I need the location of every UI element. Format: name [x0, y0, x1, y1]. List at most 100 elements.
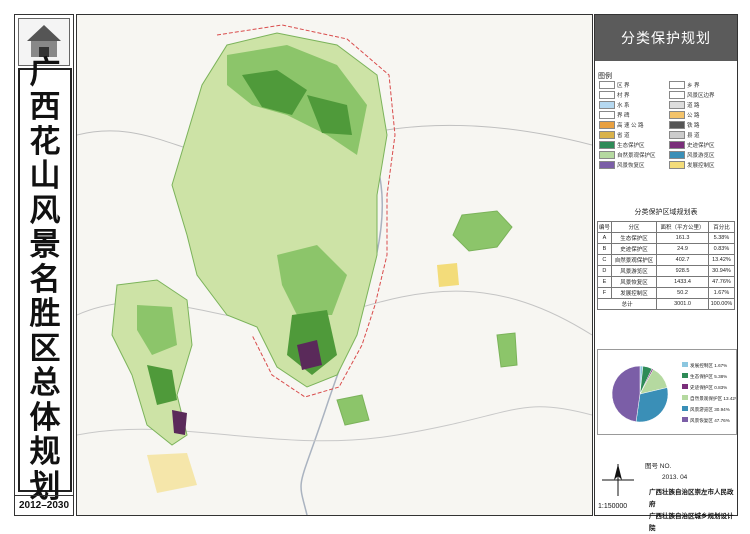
pie-label: 风景游览区 30.94% [690, 406, 730, 413]
panel-title: 分类保护规划 [595, 15, 737, 61]
legend-swatch [669, 141, 685, 149]
table-title: 分类保护区域规划表 [634, 209, 698, 216]
legend-swatch [669, 81, 685, 89]
legend-swatch [599, 141, 615, 149]
title-char: 胜 [29, 296, 61, 333]
table-total-cell: 100.00% [707, 298, 736, 310]
table-cell: 30.94% [707, 265, 736, 277]
org-line-1: 广西壮族自治区崇左市人民政府 [649, 488, 734, 508]
legend-item: 公 路 [687, 113, 700, 119]
pie-legend-swatch [682, 417, 688, 422]
pie-label: 生态保护区 5.38% [690, 373, 727, 380]
legend-swatch [669, 91, 685, 99]
table-row: D 风景游览区 928.5 30.94% [597, 265, 736, 277]
table-header: 面积（平方公里） [656, 221, 709, 233]
legend-item: 铁 路 [687, 123, 700, 129]
table-cell: 928.5 [656, 265, 709, 277]
pie-label: 史迹保护区 0.83% [690, 384, 727, 391]
title-char: 总 [29, 365, 61, 402]
plan-years: 2012–2030 [14, 495, 74, 515]
legend-item: 水 系 [617, 103, 630, 109]
legend-swatch [599, 91, 615, 99]
table-cell: 生态保护区 [610, 232, 658, 244]
table-header: 百分比 [707, 221, 736, 233]
table-cell: 风景恢复区 [610, 276, 658, 288]
legend-swatch [669, 161, 685, 169]
table-cell: 1.67% [707, 287, 736, 299]
table-row: F 发展控制区 50.2 1.67% [597, 287, 736, 299]
title-char: 山 [29, 158, 61, 195]
legend-swatch [599, 111, 615, 119]
table-cell: 史迹保护区 [610, 243, 658, 255]
organization: 广西壮族自治区崇左市人民政府 广西壮族自治区城乡规划设计院 [649, 486, 735, 534]
table-header: 分区 [610, 221, 658, 233]
date: 2013. 04 [662, 474, 688, 481]
title-char: 体 [29, 399, 61, 436]
title-char: 广 [29, 54, 61, 91]
table-total-cell: 3001.0 [656, 298, 709, 310]
title-char: 名 [29, 261, 61, 298]
pie-legend-swatch [682, 395, 688, 400]
table-row: E 风景恢复区 1433.4 47.76% [597, 276, 736, 288]
legend-item: 区 界 [617, 83, 630, 89]
legend-item: 界 碑 [617, 113, 630, 119]
table-cell: C [597, 254, 612, 266]
table-cell: 24.9 [656, 243, 709, 255]
legend-item: 省 道 [617, 133, 630, 139]
table-cell: 1433.4 [656, 276, 709, 288]
legend-swatch [669, 111, 685, 119]
title-char: 风 [29, 192, 61, 229]
legend-swatch [599, 81, 615, 89]
area-table: 编号 分区 面积（平方公里） 百分比 A 生态保护区 161.3 5.38% B 史迹保护区 24… [596, 221, 736, 310]
table-cell: 0.83% [707, 243, 736, 255]
legend-item: 高 速 公 路 [617, 123, 644, 129]
table-cell: F [597, 287, 612, 299]
side-panel: 分类保护规划 图例 区 界 乡 界村 界 风景区边界水 系 道 路界 碑 公 路高 速 … [594, 14, 739, 516]
pie-legend-swatch [682, 362, 688, 367]
legend-swatch [669, 121, 685, 129]
legend-item: 县 道 [687, 133, 700, 139]
north-arrow-icon [598, 462, 638, 503]
scale: 1:150000 [598, 503, 628, 510]
legend-swatch [599, 121, 615, 129]
table-row: C 自然景观保护区 402.7 13.42% [597, 254, 736, 266]
plan-title: 广西花山风景名胜区总体规划 [18, 56, 72, 504]
legend-item: 风景游览区 [687, 153, 715, 159]
legend-item: 风景恢复区 [617, 163, 645, 169]
drawing-number-label: 图号 NO. [645, 463, 672, 470]
table-row: B 史迹保护区 24.9 0.83% [597, 243, 736, 255]
map-area[interactable] [76, 14, 593, 516]
title-char: 区 [29, 330, 61, 367]
legend-swatch [599, 161, 615, 169]
map-sheet: 广西花山风景名胜区总体规划 2012–2030 分类保护规划 图例 区 界 乡 … [0, 0, 750, 534]
legend-item: 生态保护区 [617, 143, 645, 149]
legend-item: 发展控制区 [687, 163, 715, 169]
table-cell: 50.2 [656, 287, 709, 299]
title-char: 规 [29, 434, 61, 471]
table-cell: 161.3 [656, 232, 709, 244]
table-cell: A [597, 232, 612, 244]
table-cell: 13.42% [707, 254, 736, 266]
legend-swatch [669, 151, 685, 159]
legend-swatch [669, 131, 685, 139]
legend-swatch [599, 151, 615, 159]
table-cell: 自然景观保护区 [610, 254, 658, 266]
legend-item: 村 界 [617, 93, 630, 99]
pie-label: 风景恢复区 47.76% [690, 417, 730, 424]
org-line-2: 广西壮族自治区城乡规划设计院 [649, 512, 734, 532]
legend-swatch [669, 101, 685, 109]
table-cell: 402.7 [656, 254, 709, 266]
legend-item: 史迹保护区 [687, 143, 715, 149]
title-char: 景 [29, 227, 61, 264]
pie-legend-swatch [682, 373, 688, 378]
table-header: 编号 [597, 221, 612, 233]
legend-item: 乡 界 [687, 83, 700, 89]
title-char: 花 [29, 123, 61, 160]
pie-label: 发展控制区 1.67% [690, 362, 727, 369]
legend-swatch [599, 101, 615, 109]
pie-legend-swatch [682, 384, 688, 389]
pie-chart: 发展控制区 1.67% 生态保护区 5.38% 史迹保护区 0.83% 自然景观保护区… [597, 349, 739, 435]
pie-label: 自然景观保护区 13.42% [690, 395, 736, 402]
table-cell: 发展控制区 [610, 287, 658, 299]
table-total-row: 总计 3001.0 100.00% [596, 298, 736, 310]
